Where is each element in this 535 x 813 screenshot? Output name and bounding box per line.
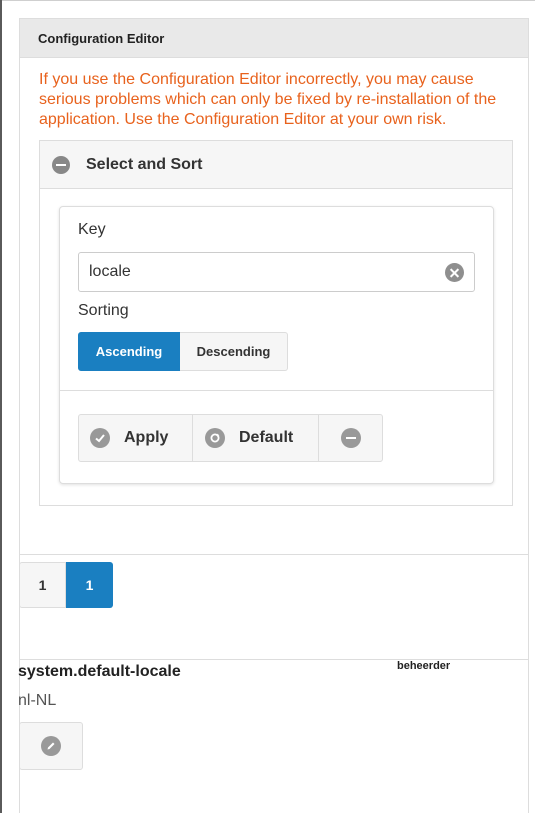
apply-label: Apply: [124, 429, 169, 446]
sort-ascending-button[interactable]: Ascending: [78, 332, 180, 371]
refresh-icon: [205, 428, 225, 448]
config-entry-key: system.default-locale: [18, 663, 181, 680]
sort-toggle-group: Ascending Descending: [78, 332, 288, 371]
card-divider: [60, 390, 493, 391]
section-divider: [20, 554, 528, 555]
sort-descending-button[interactable]: Descending: [180, 332, 288, 371]
window-top-border: [0, 0, 535, 1]
check-icon: [90, 428, 110, 448]
minus-icon: [340, 428, 361, 448]
pagination: 1 1: [19, 562, 113, 608]
default-label: Default: [239, 429, 294, 446]
filter-actions: Apply Default: [78, 414, 383, 462]
page-first-button[interactable]: 1: [19, 562, 66, 608]
key-label: Key: [78, 221, 106, 238]
sorting-label: Sorting: [78, 302, 129, 319]
key-input-value: locale: [89, 263, 131, 280]
panel-title: Configuration Editor: [20, 19, 528, 58]
remove-filter-button[interactable]: [319, 415, 382, 461]
config-entry-owner: beheerder: [397, 660, 451, 672]
collapse-icon: [52, 155, 70, 174]
select-sort-body: Key locale Sorting Ascending Descending …: [39, 189, 513, 506]
pencil-icon: [41, 736, 61, 756]
filter-card: Key locale Sorting Ascending Descending …: [59, 206, 494, 484]
key-input[interactable]: locale: [78, 252, 475, 292]
edit-entry-button[interactable]: [19, 722, 83, 770]
config-entry-value: nl-NL: [18, 692, 57, 709]
select-sort-title: Select and Sort: [86, 155, 203, 173]
apply-button[interactable]: Apply: [79, 415, 193, 461]
select-sort-toggle[interactable]: Select and Sort: [39, 140, 513, 189]
warning-message: If you use the Configuration Editor inco…: [39, 71, 497, 128]
configuration-editor-panel: Configuration Editor If you use the Conf…: [19, 18, 529, 813]
default-button[interactable]: Default: [193, 415, 319, 461]
section-divider-2: [20, 659, 528, 660]
page-current-button[interactable]: 1: [66, 562, 113, 608]
window-left-border: [0, 0, 2, 813]
clear-icon[interactable]: [445, 263, 464, 282]
